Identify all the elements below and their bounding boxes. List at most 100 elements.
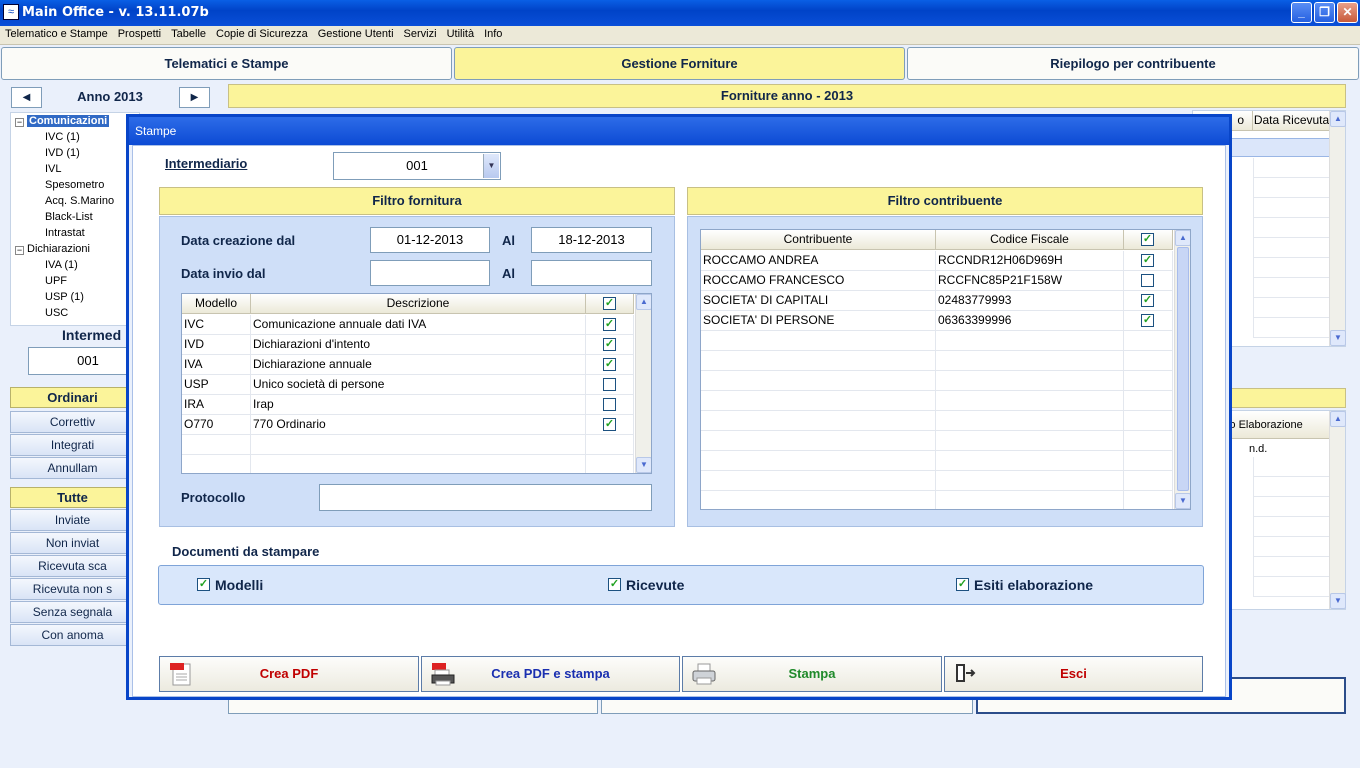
filter-non-inviate[interactable]: Non inviat xyxy=(10,532,135,554)
scroll-down-icon[interactable]: ▼ xyxy=(1330,330,1346,346)
table-row[interactable] xyxy=(182,435,634,455)
table-row[interactable]: IVC Comunicazione annuale dati IVA ✓ xyxy=(182,315,634,335)
table-row[interactable]: USP Unico società di persone xyxy=(182,375,634,395)
data-invio-al-input[interactable] xyxy=(531,260,652,286)
table-row[interactable] xyxy=(701,431,1173,451)
table-row[interactable]: IRA Irap xyxy=(182,395,634,415)
scroll-down-icon[interactable]: ▼ xyxy=(1175,493,1190,509)
esci-button[interactable]: Esci xyxy=(944,656,1203,692)
close-button[interactable]: ✕ xyxy=(1337,2,1358,23)
tab-gestione-forniture[interactable]: Gestione Forniture xyxy=(454,47,905,80)
chevron-down-icon[interactable]: ▼ xyxy=(483,154,499,178)
menu-copie[interactable]: Copie di Sicurezza xyxy=(211,26,313,44)
table-row[interactable] xyxy=(701,371,1173,391)
stampa-button[interactable]: Stampa xyxy=(682,656,942,692)
data-creazione-dal-input[interactable]: 01-12-2013 xyxy=(370,227,490,253)
table-row[interactable]: SOCIETA' DI PERSONE 06363399996 ✓ xyxy=(701,311,1173,331)
scroll-up-icon[interactable]: ▲ xyxy=(1175,230,1190,246)
select-all-checkbox[interactable]: ✓ xyxy=(1141,233,1154,246)
data-invio-dal-input[interactable] xyxy=(370,260,490,286)
menu-info[interactable]: Info xyxy=(479,26,507,44)
esiti-checkbox[interactable]: ✓ xyxy=(956,578,969,591)
table-row[interactable]: ROCCAMO ANDREA RCCNDR12H06D969H ✓ xyxy=(701,251,1173,271)
menu-tabelle[interactable]: Tabelle xyxy=(166,26,211,44)
filter-inviate[interactable]: Inviate xyxy=(10,509,135,531)
scroll-up-icon[interactable]: ▲ xyxy=(1330,111,1346,127)
filter-ricevuta-non-scaricata[interactable]: Ricevuta non s xyxy=(10,578,135,600)
menu-prospetti[interactable]: Prospetti xyxy=(113,26,166,44)
table-row[interactable] xyxy=(701,411,1173,431)
menu-servizi[interactable]: Servizi xyxy=(399,26,442,44)
select-all-checkbox[interactable]: ✓ xyxy=(603,297,616,310)
table-row[interactable]: SOCIETA' DI CAPITALI 02483779993 ✓ xyxy=(701,291,1173,311)
row-checkbox[interactable]: ✓ xyxy=(603,338,616,351)
menu-utilita[interactable]: Utilità xyxy=(442,26,480,44)
tree-node-ivd[interactable]: IVD (1) xyxy=(45,147,80,159)
row-checkbox[interactable] xyxy=(1141,274,1154,287)
scroll-up-icon[interactable]: ▲ xyxy=(636,294,651,310)
grid-scrollbar[interactable]: ▲ ▼ xyxy=(1329,411,1346,609)
filter-correttive[interactable]: Correttiv xyxy=(10,411,135,433)
filter-integrative[interactable]: Integrati xyxy=(10,434,135,456)
menu-telematico[interactable]: Telematico e Stampe xyxy=(0,26,113,44)
tree-node-spesometro[interactable]: Spesometro xyxy=(45,179,104,191)
row-checkbox[interactable] xyxy=(603,378,616,391)
table-row[interactable]: IVD Dichiarazioni d'intento ✓ xyxy=(182,335,634,355)
data-creazione-al-input[interactable]: 18-12-2013 xyxy=(531,227,652,253)
grid-scrollbar[interactable]: ▲ ▼ xyxy=(635,294,651,473)
row-checkbox[interactable] xyxy=(603,398,616,411)
filter-senza-segnalazioni[interactable]: Senza segnala xyxy=(10,601,135,623)
table-row[interactable] xyxy=(701,331,1173,351)
row-checkbox[interactable]: ✓ xyxy=(1141,294,1154,307)
crea-pdf-stampa-button[interactable]: Crea PDF e stampa xyxy=(421,656,680,692)
filter-tutte[interactable]: Tutte xyxy=(10,487,135,508)
table-row[interactable] xyxy=(701,451,1173,471)
grid-scrollbar[interactable]: ▲ ▼ xyxy=(1329,111,1346,346)
tree-node-intrastat[interactable]: Intrastat xyxy=(45,227,85,239)
table-row[interactable] xyxy=(701,351,1173,371)
filter-ricevuta-scartata[interactable]: Ricevuta sca xyxy=(10,555,135,577)
protocollo-input[interactable] xyxy=(319,484,652,511)
table-row[interactable]: O770 770 Ordinario ✓ xyxy=(182,415,634,435)
row-checkbox[interactable]: ✓ xyxy=(603,318,616,331)
tree-node-comunicazioni[interactable]: Comunicazioni xyxy=(27,115,110,127)
row-checkbox[interactable]: ✓ xyxy=(1141,254,1154,267)
table-row[interactable] xyxy=(701,491,1173,509)
tree-node-ivc[interactable]: IVC (1) xyxy=(45,131,80,143)
scroll-down-icon[interactable]: ▼ xyxy=(1330,593,1346,609)
collapse-icon[interactable]: − xyxy=(15,118,24,127)
modelli-checkbox[interactable]: ✓ xyxy=(197,578,210,591)
tree-node-ivl[interactable]: IVL xyxy=(45,163,62,175)
filter-ordinari[interactable]: Ordinari xyxy=(10,387,135,408)
tree-node-dichiarazioni[interactable]: Dichiarazioni xyxy=(27,243,90,255)
table-row[interactable]: IVA Dichiarazione annuale ✓ xyxy=(182,355,634,375)
ricevute-checkbox[interactable]: ✓ xyxy=(608,578,621,591)
filter-con-anomalie[interactable]: Con anoma xyxy=(10,624,135,646)
prev-year-button[interactable]: ◀ xyxy=(11,87,42,108)
row-checkbox[interactable]: ✓ xyxy=(603,418,616,431)
collapse-icon[interactable]: − xyxy=(15,246,24,255)
maximize-button[interactable]: ❐ xyxy=(1314,2,1335,23)
crea-pdf-button[interactable]: Crea PDF xyxy=(159,656,419,692)
tab-riepilogo[interactable]: Riepilogo per contribuente xyxy=(907,47,1359,80)
tree-node-usp[interactable]: USP (1) xyxy=(45,291,84,303)
grid-scrollbar[interactable]: ▲ ▼ xyxy=(1174,230,1190,509)
tree-node-usc[interactable]: USC xyxy=(45,307,68,319)
scroll-down-icon[interactable]: ▼ xyxy=(636,457,651,473)
tree-node-acq-smarino[interactable]: Acq. S.Marino xyxy=(45,195,114,207)
table-row[interactable] xyxy=(182,455,634,473)
tree-node-upf[interactable]: UPF xyxy=(45,275,67,287)
tree-node-black-list[interactable]: Black-List xyxy=(45,211,93,223)
tree-node-iva[interactable]: IVA (1) xyxy=(45,259,78,271)
table-row[interactable]: ROCCAMO FRANCESCO RCCFNC85P21F158W xyxy=(701,271,1173,291)
minimize-button[interactable]: _ xyxy=(1291,2,1312,23)
scroll-up-icon[interactable]: ▲ xyxy=(1330,411,1346,427)
intermediario-select[interactable]: 001 ▼ xyxy=(333,152,501,180)
row-checkbox[interactable]: ✓ xyxy=(603,358,616,371)
tab-telematici[interactable]: Telematici e Stampe xyxy=(1,47,452,80)
filter-annullamento[interactable]: Annullam xyxy=(10,457,135,479)
next-year-button[interactable]: ▶ xyxy=(179,87,210,108)
row-checkbox[interactable]: ✓ xyxy=(1141,314,1154,327)
table-row[interactable] xyxy=(701,471,1173,491)
menu-utenti[interactable]: Gestione Utenti xyxy=(313,26,399,44)
